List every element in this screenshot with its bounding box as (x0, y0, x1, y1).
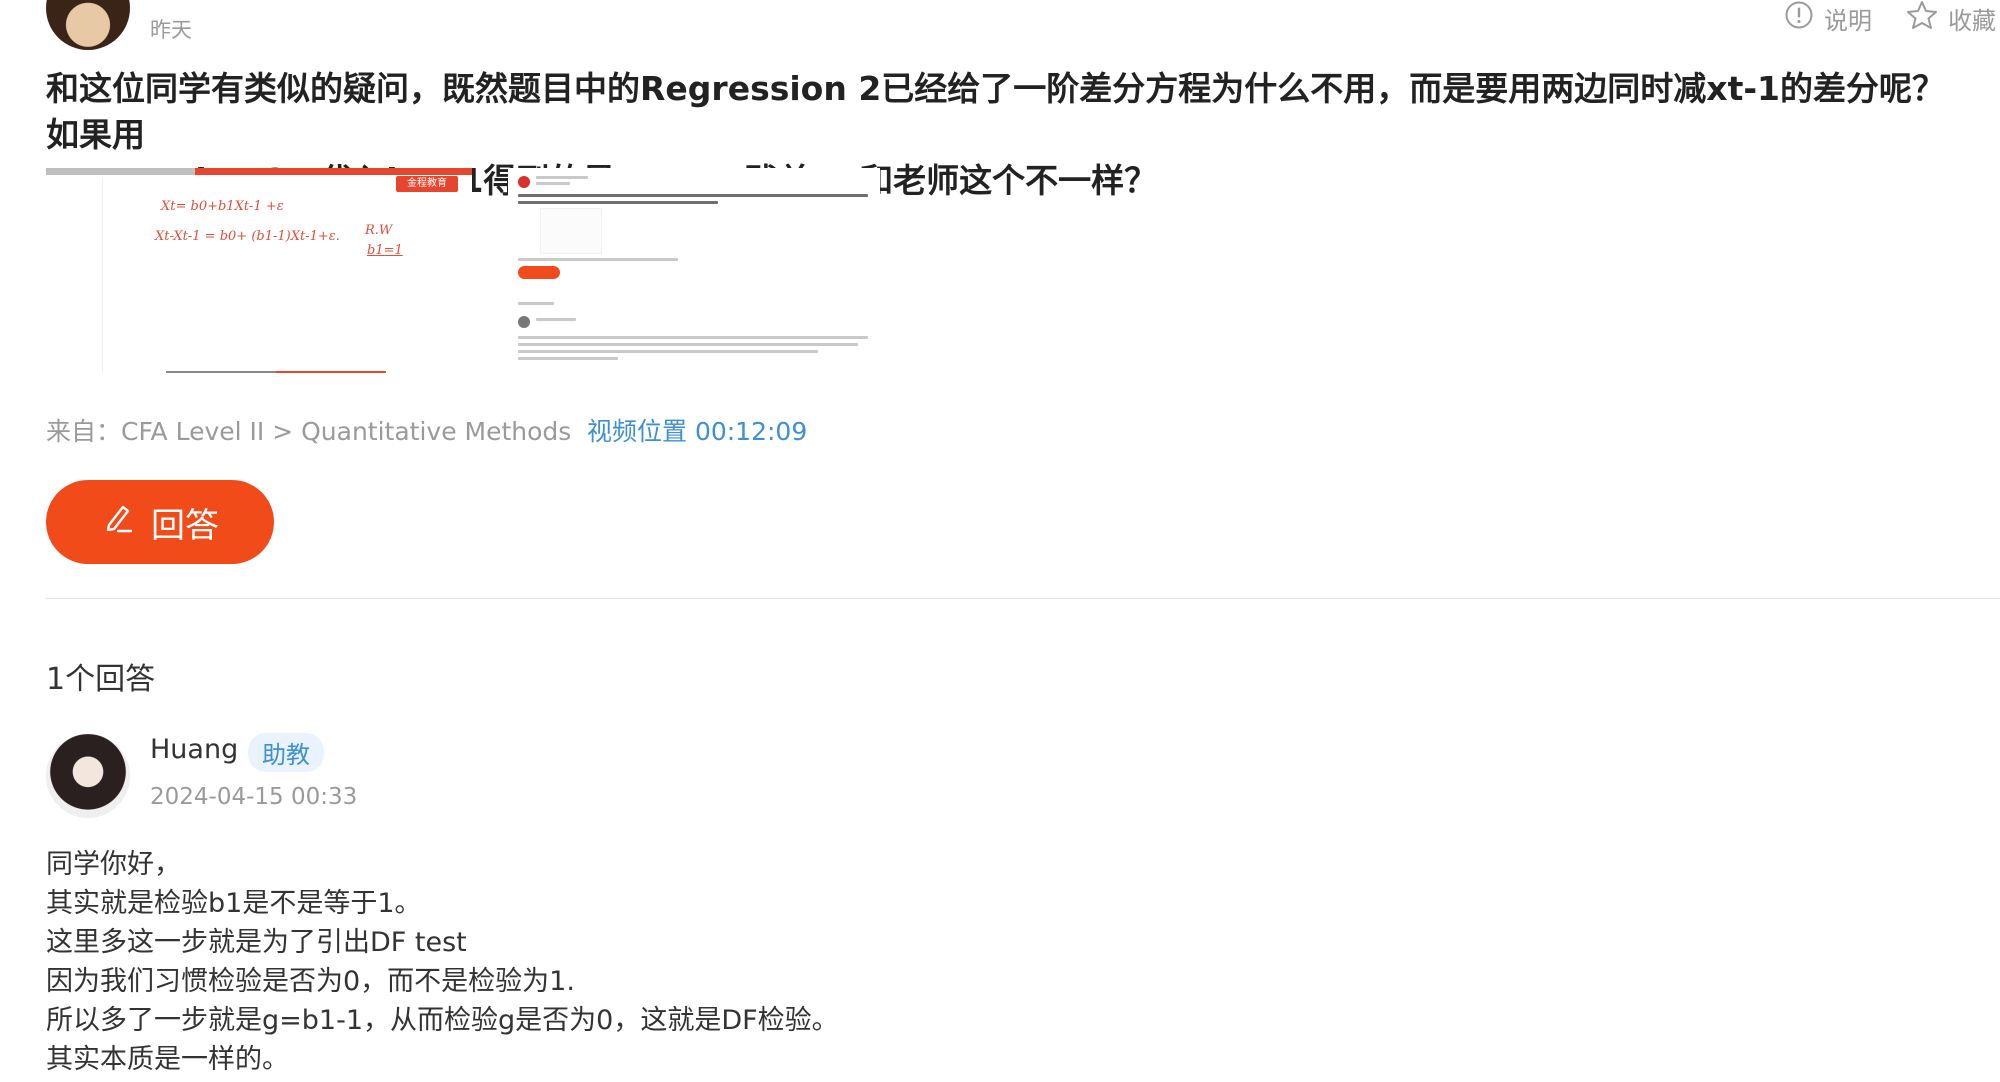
answer-line: 其实就是检验b1是不是等于1。 (46, 888, 422, 919)
pencil-icon (101, 501, 135, 544)
asker-avatar[interactable] (46, 0, 130, 50)
question-date: 昨天 (150, 18, 192, 42)
video-progress-strip (46, 168, 472, 175)
explain-button[interactable]: 说明 (1784, 0, 1872, 36)
exclamation-circle-icon (1784, 0, 1814, 36)
answer-line: 因为我们习惯检验是否为0，而不是检验为1. (46, 966, 575, 997)
handwritten-note-b1: b1=1 (367, 243, 403, 258)
role-badge: 助教 (248, 733, 324, 772)
video-progress-bar (166, 371, 386, 373)
mini-line (518, 194, 868, 197)
question-source[interactable]: 来自：CFA Level II > Quantitative Methods (46, 412, 571, 448)
star-outline-icon (1906, 0, 1938, 36)
answer-line: 同学你好， (46, 849, 181, 880)
mini-line (518, 258, 678, 261)
answer-date: 2024-04-15 00:33 (150, 784, 358, 810)
mini-line (518, 350, 818, 353)
mini-line (518, 302, 554, 305)
answers-count: 1个回答 (46, 662, 156, 697)
mini-line (518, 343, 858, 346)
mini-answer-chip (518, 266, 560, 279)
answer-button[interactable]: 回答 (46, 480, 274, 564)
favorite-button[interactable]: 收藏 (1906, 0, 1996, 36)
answerer-avatar[interactable] (46, 734, 130, 818)
question-image-1[interactable]: 金程教育 Xt= b0+b1Xt-1 +ε Xt-Xt-1 = b0+ (b1-… (46, 168, 472, 376)
question-text-line-1: 和这位同学有类似的疑问，既然题目中的Regression 2已经给了一阶差分方程… (46, 69, 1945, 154)
mini-line (536, 318, 576, 321)
mini-image (540, 208, 602, 254)
handwritten-note-rw: R.W (365, 223, 393, 238)
mini-line (518, 336, 868, 339)
answer-body: 同学你好， 其实就是检验b1是不是等于1。 这里多这一步就是为了引出DF tes… (46, 845, 839, 1079)
answerer-name[interactable]: Huang (150, 734, 238, 765)
handwritten-equation-2: Xt-Xt-1 = b0+ (b1-1)Xt-1+ε. (155, 229, 340, 244)
mini-line (518, 201, 718, 204)
answer-line: 其实本质是一样的。 (46, 1044, 289, 1075)
question-image-2[interactable] (508, 168, 880, 376)
mini-line (536, 182, 570, 185)
whiteboard: Xt= b0+b1Xt-1 +ε Xt-Xt-1 = b0+ (b1-1)Xt-… (102, 177, 439, 373)
handwritten-equation-1: Xt= b0+b1Xt-1 +ε (161, 199, 284, 214)
question-actions: 说明 收藏 (1784, 0, 2000, 36)
mini-avatar (518, 176, 530, 188)
answer-line: 这里多这一步就是为了引出DF test (46, 927, 467, 958)
mini-line (518, 357, 618, 360)
video-position-link[interactable]: 视频位置 00:12:09 (587, 412, 807, 448)
answer-line: 所以多了一步就是g=b1-1，从而检验g是否为0，这就是DF检验。 (46, 1005, 839, 1036)
mini-avatar (518, 316, 530, 328)
answer-button-label: 回答 (151, 506, 219, 545)
favorite-label: 收藏 (1948, 6, 1996, 35)
explain-label: 说明 (1824, 6, 1872, 35)
mini-line (536, 176, 588, 179)
divider (46, 598, 2000, 599)
